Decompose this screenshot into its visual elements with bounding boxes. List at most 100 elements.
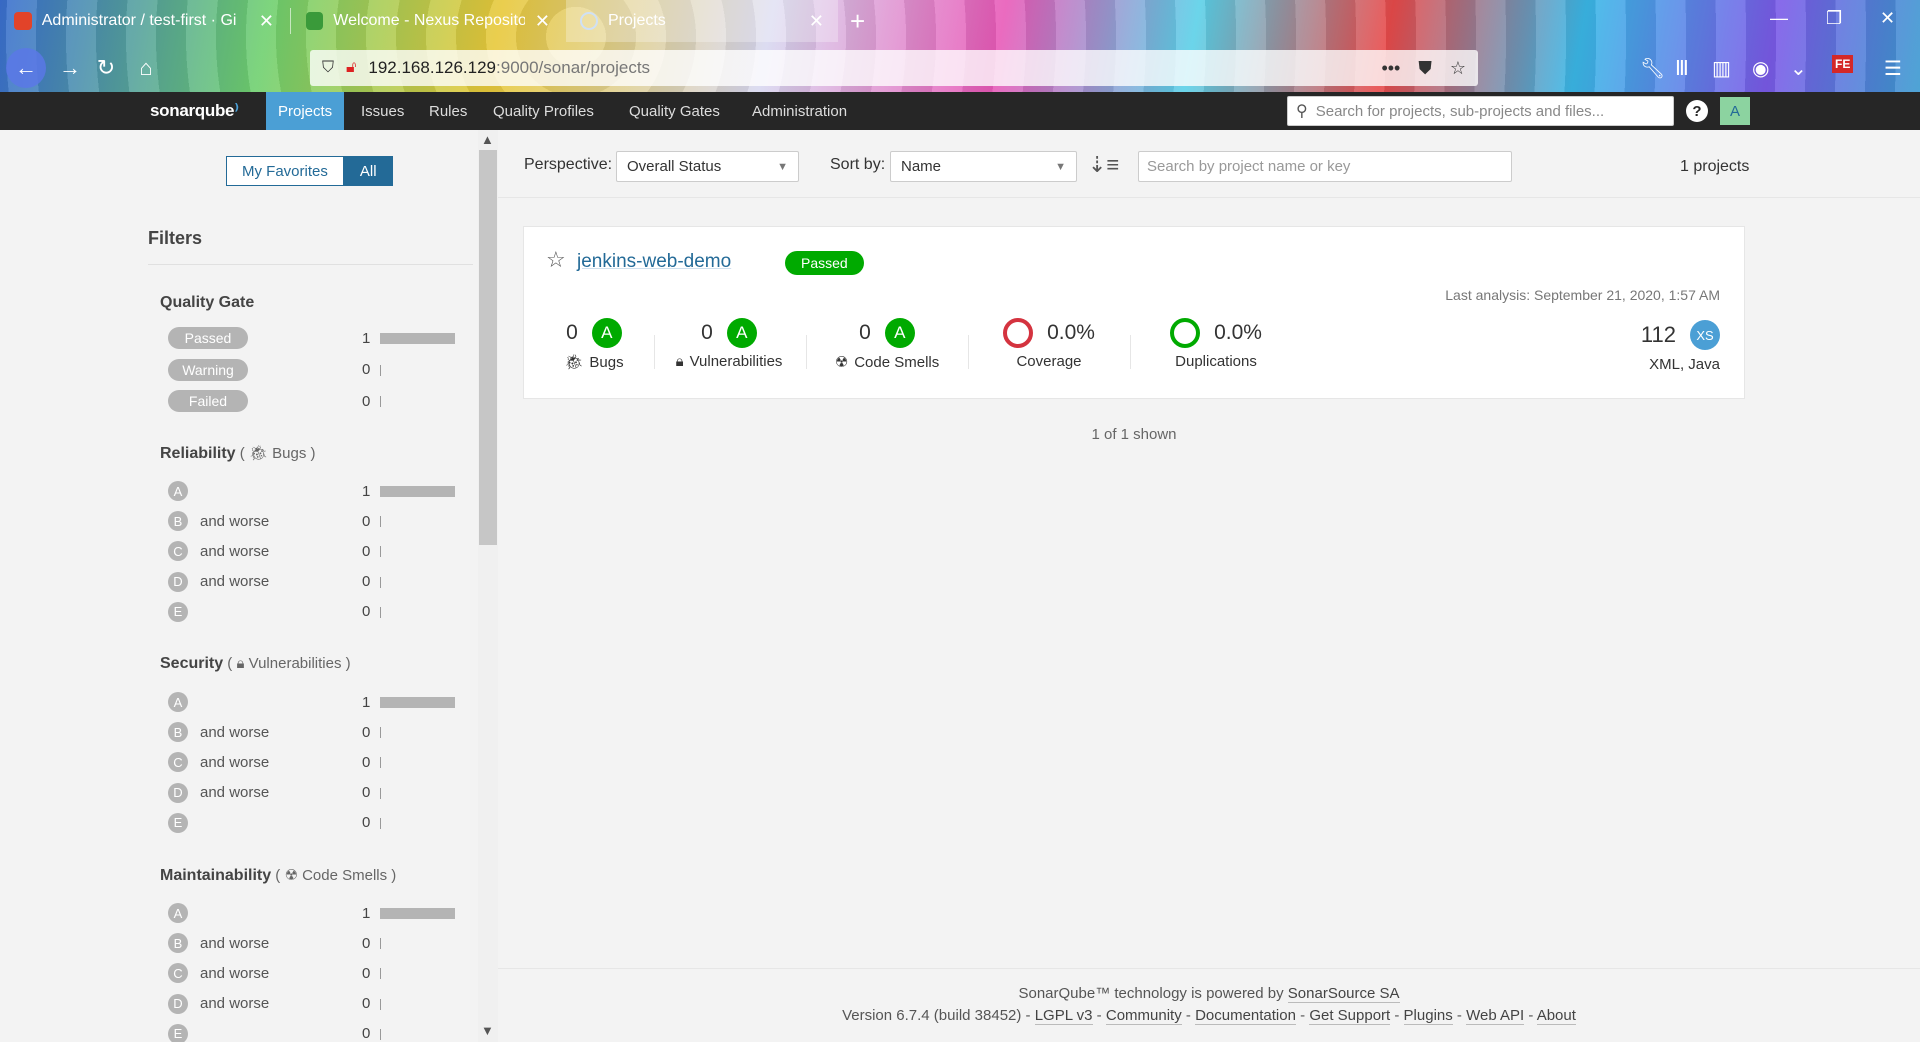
rating-filter-row[interactable]: E0 — [168, 600, 458, 624]
rating-filter-row[interactable]: Dand worse 0 — [168, 992, 458, 1016]
project-card: ☆ jenkins-web-demo Passed Last analysis:… — [523, 226, 1745, 399]
pocket-icon[interactable]: ⛊ — [1418, 58, 1432, 79]
community-link[interactable]: Community — [1105, 1007, 1182, 1025]
new-tab-plus-icon[interactable]: + — [850, 6, 865, 37]
rating-filter-row[interactable]: Cand worse 0 — [168, 539, 458, 563]
rating-filter-row[interactable]: A1 — [168, 690, 458, 714]
lock-icon: 🔒︎ — [236, 655, 245, 672]
sort-ascending-icon[interactable]: ⇣≡ — [1088, 152, 1119, 178]
tab-title: Projects — [608, 12, 666, 29]
browser-tab-projects[interactable]: Projects ✕ — [566, 0, 838, 42]
scroll-up-arrow-icon[interactable]: ▲ — [481, 132, 494, 147]
code-smells-measure[interactable]: 0A ☢︎ Code Smells — [822, 317, 952, 371]
more-actions-icon[interactable]: ••• — [1381, 58, 1400, 79]
divider — [148, 264, 473, 265]
restore-icon[interactable]: ❐ — [1826, 8, 1842, 29]
extension-fe-icon[interactable]: FE — [1832, 55, 1854, 73]
facet-count: 0 — [362, 814, 371, 832]
vulnerabilities-measure[interactable]: 0A 🔒︎ Vulnerabilities — [664, 317, 794, 370]
sonarqube-logo[interactable]: sonarqube⁾ — [150, 101, 239, 121]
bugs-measure[interactable]: 0A 🐞︎ Bugs — [554, 317, 634, 371]
facet-title-text: Security — [160, 655, 224, 672]
gitlab-favicon-icon — [14, 12, 32, 30]
facet-count: 1 — [362, 482, 371, 500]
plugins-link[interactable]: Plugins — [1403, 1007, 1453, 1025]
nav-issues[interactable]: Issues — [349, 92, 416, 130]
close-window-icon[interactable]: ✕ — [1880, 8, 1895, 29]
rating-filter-row[interactable]: Cand worse 0 — [168, 961, 458, 985]
sonarsource-link[interactable]: SonarSource SA — [1287, 985, 1400, 1003]
menu-hamburger-icon[interactable]: ☰ — [1884, 56, 1902, 81]
close-tab-icon[interactable]: ✕ — [535, 11, 550, 32]
coverage-measure[interactable]: 0.0% Coverage — [984, 317, 1114, 370]
close-tab-icon[interactable]: ✕ — [809, 11, 824, 32]
get-support-link[interactable]: Get Support — [1309, 1007, 1391, 1025]
scroll-down-arrow-icon[interactable]: ▼ — [481, 1023, 494, 1038]
nav-administration[interactable]: Administration — [740, 92, 859, 130]
global-search-input[interactable]: ⚲ Search for projects, sub-projects and … — [1287, 96, 1674, 126]
facet-bar — [380, 697, 455, 708]
library-icon[interactable]: Ⅲ — [1675, 56, 1689, 81]
rating-filter-row[interactable]: E0 — [168, 1022, 458, 1042]
forward-arrow-icon[interactable]: → — [54, 52, 86, 84]
nav-rules[interactable]: Rules — [417, 92, 479, 130]
rating-filter-row[interactable]: A1 — [168, 901, 458, 925]
close-tab-icon[interactable]: ✕ — [259, 11, 274, 32]
minimize-icon[interactable]: — — [1770, 8, 1788, 29]
project-name-link[interactable]: jenkins-web-demo — [577, 251, 731, 273]
rating-filter-row[interactable]: Dand worse 0 — [168, 570, 458, 594]
sidebar-toggle-icon[interactable]: ▥ — [1712, 56, 1731, 81]
overflow-chevron-icon[interactable]: ⌄ — [1790, 56, 1807, 81]
browser-tab-nexus[interactable]: Welcome - Nexus Repositor ✕ — [292, 0, 564, 42]
browser-tab-gitlab[interactable]: Administrator / test-first · Gi ✕ — [0, 0, 288, 42]
code-smell-icon: ☢︎ — [834, 354, 849, 371]
nav-quality-gates[interactable]: Quality Gates — [617, 92, 732, 130]
documentation-link[interactable]: Documentation — [1195, 1007, 1296, 1025]
shield-icon[interactable]: ⛉ — [322, 59, 334, 77]
quality-gate-filter-row[interactable]: Warning 0 — [168, 358, 458, 382]
url-bar[interactable]: ⛉ 🔓︎ 192.168.126.129:9000/sonar/projects… — [310, 50, 1478, 86]
web-api-link[interactable]: Web API — [1466, 1007, 1525, 1025]
rating-filter-row[interactable]: Band worse 0 — [168, 931, 458, 955]
perspective-select[interactable]: Overall Status ▼ — [616, 151, 799, 182]
account-icon[interactable]: ◉ — [1752, 56, 1769, 81]
rating-facet-title: Security ( 🔒︎ Vulnerabilities ) — [160, 655, 351, 673]
rating-filter-row[interactable]: Dand worse 0 — [168, 781, 458, 805]
duplications-measure[interactable]: 0.0% Duplications — [1146, 317, 1286, 370]
help-button[interactable]: ? — [1686, 100, 1708, 122]
lgpl-link[interactable]: LGPL v3 — [1034, 1007, 1093, 1025]
lines-of-code-measure[interactable]: 112 XS XML, Java — [1641, 320, 1720, 373]
wrench-icon[interactable]: 🔧︎ — [1640, 56, 1665, 81]
coverage-value: 0.0% — [1047, 321, 1095, 344]
quality-gate-filter-row[interactable]: Failed 0 — [168, 389, 458, 413]
quality-gate-filter-row[interactable]: Passed 1 — [168, 326, 458, 350]
nav-quality-profiles[interactable]: Quality Profiles — [481, 92, 606, 130]
facet-bar — [380, 727, 381, 739]
home-icon[interactable]: ⌂ — [130, 52, 162, 84]
rating-filter-row[interactable]: Band worse 0 — [168, 720, 458, 744]
facet-bar — [380, 757, 381, 769]
about-link[interactable]: About — [1536, 1007, 1576, 1025]
scrollbar-thumb[interactable] — [479, 150, 497, 545]
favorite-star-icon[interactable]: ☆ — [546, 247, 566, 273]
sort-select[interactable]: Name ▼ — [890, 151, 1077, 182]
facet-subtitle: ( ☢︎ Code Smells ) — [271, 867, 397, 884]
lock-icon: 🔒︎ — [675, 353, 684, 370]
user-avatar[interactable]: A — [1720, 97, 1750, 125]
project-search-input[interactable]: Search by project name or key — [1138, 151, 1512, 182]
rating-filter-row[interactable]: A1 — [168, 479, 458, 503]
rating-filter-row[interactable]: Band worse 0 — [168, 509, 458, 533]
all-button[interactable]: All — [343, 156, 393, 186]
insecure-lock-icon[interactable]: 🔓︎ — [346, 59, 356, 77]
nav-projects[interactable]: Projects — [266, 92, 345, 130]
facet-count: 0 — [362, 784, 371, 802]
my-favorites-button[interactable]: My Favorites — [226, 156, 344, 186]
back-arrow-icon[interactable]: ← — [6, 48, 46, 88]
reload-icon[interactable]: ↻ — [90, 52, 122, 84]
bookmark-star-icon[interactable]: ☆ — [1450, 58, 1466, 79]
facet-title-text: Maintainability — [160, 867, 272, 884]
rating-grade: D — [168, 993, 188, 1014]
powered-by-text: SonarQube™ technology is powered by — [1018, 985, 1288, 1002]
rating-filter-row[interactable]: Cand worse 0 — [168, 750, 458, 774]
rating-filter-row[interactable]: E0 — [168, 811, 458, 835]
